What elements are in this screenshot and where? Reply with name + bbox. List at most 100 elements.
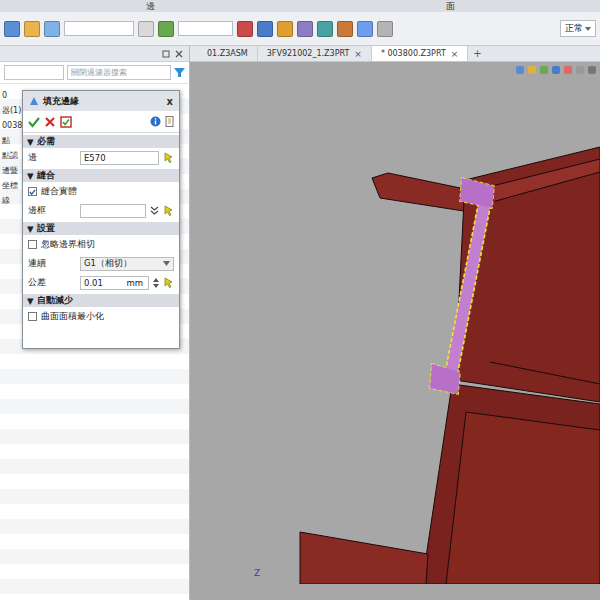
dropdown-row: 連續 G1（相切）	[23, 254, 179, 273]
dialog-section: ▼自動減少曲面面積最小化	[23, 292, 179, 326]
section-toggle[interactable]: ▼	[27, 171, 34, 181]
dialog-title-bar: 填充邊緣 x	[23, 91, 179, 111]
checkbox[interactable]	[28, 312, 37, 321]
display-mode-select[interactable]: 正常	[560, 20, 596, 37]
checkbox-row[interactable]: 縫合實體	[23, 182, 179, 201]
field-label: 公差	[28, 277, 76, 289]
section-header[interactable]: ▼設置	[23, 222, 179, 235]
tool-icon[interactable]	[357, 21, 373, 37]
view-tool-icon[interactable]	[576, 66, 584, 74]
tool-icon[interactable]	[24, 21, 40, 37]
ribbon-group-row: 邊面	[0, 0, 600, 12]
view-tool-icon[interactable]	[588, 66, 596, 74]
search-input[interactable]	[67, 65, 171, 80]
ribbon-group-label: 邊	[0, 0, 300, 12]
filter-field[interactable]	[178, 21, 233, 36]
manager-panel: 0器(1)0038點點認邊暨坐標線填充邊緣x▼必需邊E570▼縫合縫合實體邊框▼…	[0, 46, 190, 600]
section-title: 設置	[37, 223, 55, 235]
ribbon-group-label: 面	[300, 0, 600, 12]
checkbox[interactable]	[28, 240, 37, 249]
tool-icon[interactable]	[158, 21, 174, 37]
tool-icon[interactable]	[337, 21, 353, 37]
tool-icon[interactable]	[277, 21, 293, 37]
view-tool-icon[interactable]	[552, 66, 560, 74]
field-label: 邊框	[28, 205, 76, 217]
tool-icon[interactable]	[138, 21, 154, 37]
dialog-title: 填充邊緣	[43, 95, 79, 108]
ribbon-toolbar: 正常	[0, 12, 600, 45]
tool-icon[interactable]	[4, 21, 20, 37]
upper-beam[interactable]	[372, 147, 600, 402]
section-header[interactable]: ▼自動減少	[23, 294, 179, 307]
section-toggle[interactable]: ▼	[27, 296, 34, 306]
document-tab[interactable]: 3FV921002_1.Z3PRT ×	[258, 46, 372, 61]
model-drawing[interactable]	[190, 62, 600, 584]
document-tab[interactable]: 01.Z3ASM	[198, 46, 258, 61]
checkbox-label: 曲面面積最小化	[41, 311, 104, 323]
checkbox-row[interactable]: 忽略邊界相切	[23, 235, 179, 254]
dropdown-arrow-icon	[163, 261, 170, 266]
selected-face[interactable]	[430, 178, 494, 394]
lower-beam[interactable]	[300, 384, 600, 584]
view-tool-icon[interactable]	[516, 66, 524, 74]
pick-icon[interactable]	[163, 277, 174, 288]
pick-icon[interactable]	[163, 205, 174, 216]
checkbox-row[interactable]: 曲面面積最小化	[23, 307, 179, 326]
panel-header	[0, 46, 189, 62]
cancel-icon[interactable]	[44, 116, 56, 128]
section-title: 縫合	[37, 170, 55, 182]
tool-icon[interactable]	[297, 21, 313, 37]
help-icon[interactable]	[165, 116, 174, 127]
tool-icon[interactable]	[257, 21, 273, 37]
section-header[interactable]: ▼必需	[23, 135, 179, 148]
tab-close-button[interactable]: ×	[354, 49, 362, 59]
dialog-section: ▼設置忽略邊界相切連續 G1（相切） 公差 0.01mm	[23, 220, 179, 292]
tab-label: 01.Z3ASM	[207, 49, 248, 58]
number-field[interactable]: 0.01mm	[80, 276, 149, 290]
number-row: 公差 0.01mm	[23, 273, 179, 292]
document-tab[interactable]: * 003800.Z3PRT×	[372, 46, 468, 61]
filter-field[interactable]	[64, 21, 134, 36]
tool-icon[interactable]	[377, 21, 393, 37]
ok-icon[interactable]	[28, 116, 40, 128]
apply-icon[interactable]	[60, 116, 72, 128]
dropdown-field[interactable]: G1（相切）	[80, 257, 174, 271]
expand-list-icon[interactable]	[150, 206, 159, 216]
dialog-section: ▼必需邊 E570	[23, 133, 179, 167]
check-icon	[29, 188, 36, 196]
tab-close-button[interactable]: ×	[451, 49, 459, 59]
unit-label: mm	[126, 278, 145, 288]
filter-icon[interactable]	[174, 67, 185, 78]
filter-select[interactable]	[4, 65, 64, 80]
view-tool-icon[interactable]	[564, 66, 572, 74]
section-toggle[interactable]: ▼	[27, 137, 34, 147]
fill-edge-dialog: 填充邊緣x▼必需邊E570▼縫合縫合實體邊框▼設置忽略邊界相切連續G1（相切）公…	[22, 90, 180, 349]
field-label: 連續	[28, 258, 76, 270]
new-tab-button[interactable]: +	[468, 46, 486, 61]
info-icon[interactable]	[150, 116, 161, 127]
dropdown-arrow-icon	[585, 27, 591, 31]
axis-label: Z	[254, 568, 260, 578]
view-tool-icon[interactable]	[540, 66, 548, 74]
picklist-field[interactable]	[80, 204, 146, 218]
spinner-icon[interactable]	[153, 277, 159, 289]
pick-field[interactable]: E570	[80, 151, 159, 165]
view-toolbar	[516, 66, 596, 74]
tool-icon[interactable]	[317, 21, 333, 37]
pin-icon[interactable]	[162, 50, 170, 58]
tool-icon[interactable]	[44, 21, 60, 37]
pick-icon[interactable]	[163, 152, 174, 163]
section-title: 自動減少	[37, 295, 73, 307]
checkbox[interactable]	[28, 187, 37, 196]
section-toggle[interactable]: ▼	[27, 224, 34, 234]
tab-label: 3FV921002_1.Z3PRT	[267, 49, 350, 58]
tool-icon[interactable]	[237, 21, 253, 37]
document-tab-bar: 01.Z3ASM3FV921002_1.Z3PRT×* 003800.Z3PRT…	[190, 46, 600, 62]
field-label: 邊	[28, 152, 76, 164]
dialog-close-button[interactable]: x	[167, 96, 173, 107]
section-header[interactable]: ▼縫合	[23, 169, 179, 182]
close-panel-icon[interactable]	[175, 50, 183, 58]
picklist-row: 邊框	[23, 201, 179, 220]
view-tool-icon[interactable]	[528, 66, 536, 74]
3d-viewport[interactable]: Z	[190, 62, 600, 600]
